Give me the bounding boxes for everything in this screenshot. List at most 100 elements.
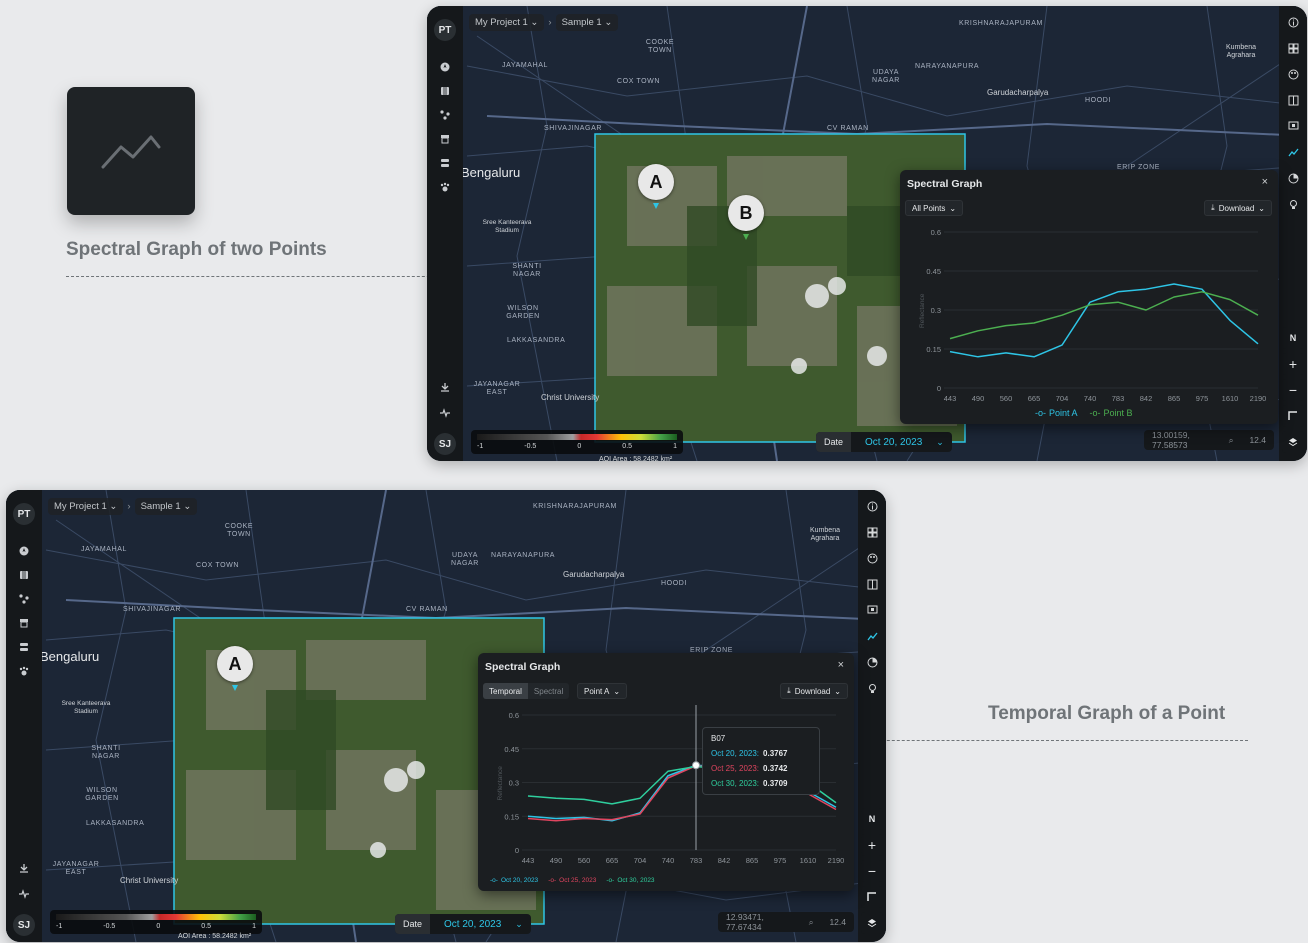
user-avatar[interactable]: SJ [434, 433, 456, 455]
palette-icon[interactable] [1283, 64, 1303, 84]
zoom-in-button[interactable]: + [861, 834, 883, 856]
pin-a-marker[interactable] [232, 685, 238, 691]
presentation-icon[interactable] [862, 600, 882, 620]
label-shivajinagar: SHIVAJINAGAR [544, 125, 603, 132]
download-icon[interactable] [435, 377, 455, 397]
measure-icon[interactable] [1282, 405, 1304, 427]
spectral-chart[interactable]: 0 0.15 0.3 0.45 0.6 443 490 560 665 704 740 783 842 8… [900, 170, 1278, 424]
breadcrumb-sample[interactable]: Sample 1 ⌄ [555, 14, 619, 31]
zoom-level: 12.4 [1249, 435, 1266, 445]
legend-tick: 1 [673, 443, 677, 450]
zoom-in-button[interactable]: + [1282, 353, 1304, 375]
paw-icon[interactable] [14, 661, 34, 681]
project-avatar[interactable]: PT [13, 503, 35, 525]
zoom-level: 12.4 [829, 917, 846, 927]
map-pin-a[interactable]: A [638, 164, 674, 200]
app-window-bottom: Bengaluru JAYAMAHAL COOKE TOWN COX TOWN … [6, 490, 886, 942]
legend-entry[interactable]: -o- Point A [1035, 408, 1078, 418]
activity-icon[interactable] [14, 884, 34, 904]
grid-icon[interactable] [862, 522, 882, 542]
project-avatar[interactable]: PT [434, 19, 456, 41]
label-cooke-town: COOKE TOWN [645, 39, 675, 54]
compare-icon[interactable] [862, 574, 882, 594]
store-icon[interactable] [14, 613, 34, 633]
y-tick-label: 0.45 [504, 745, 519, 754]
y-tick-label: 0.3 [931, 306, 941, 315]
measure-icon[interactable] [861, 886, 883, 908]
y-tick-label: 0 [937, 384, 941, 393]
search-icon[interactable]: ⌕ [1229, 435, 1234, 446]
series-line [949, 291, 1259, 340]
date-value: Oct 20, 2023 [444, 918, 502, 930]
x-tick-label: 842 [718, 856, 731, 865]
x-tick-label: 704 [634, 856, 647, 865]
y-axis-label: Reflectance [919, 293, 926, 328]
workflow-icon[interactable] [14, 589, 34, 609]
legend-label: Oct 25, 2023 [559, 877, 597, 884]
legend-tick: -0.5 [103, 923, 116, 930]
pie-chart-icon[interactable] [1283, 168, 1303, 188]
x-tick-label: 2190 [1250, 394, 1267, 403]
compass-icon[interactable] [14, 541, 34, 561]
label-bengaluru: Bengaluru [461, 165, 521, 180]
database-icon[interactable] [435, 153, 455, 173]
pie-chart-icon[interactable] [862, 652, 882, 672]
breadcrumb-project[interactable]: My Project 1 ⌄ [48, 498, 124, 515]
legend-entry[interactable]: -o- Oct 25, 2023 [548, 877, 596, 884]
palette-icon[interactable] [862, 548, 882, 568]
legend-swatch: -o- [548, 877, 557, 884]
grid-icon[interactable] [1283, 38, 1303, 58]
layers-icon[interactable] [1282, 431, 1304, 453]
y-tick-label: 0.6 [509, 711, 519, 720]
map-pin-a[interactable]: A [217, 646, 253, 682]
legend-swatch: -o- [1035, 408, 1046, 418]
zoom-out-button[interactable]: − [861, 860, 883, 882]
download-icon[interactable] [14, 858, 34, 878]
map-icon[interactable] [14, 565, 34, 585]
ndvi-legend-ticks: -1 -0.5 0 0.5 1 [56, 923, 256, 930]
compass-icon[interactable] [435, 57, 455, 77]
database-icon[interactable] [14, 637, 34, 657]
label-kumbena: Kumbena Agrahara [810, 527, 840, 542]
layers-icon[interactable] [861, 912, 883, 934]
info-icon[interactable] [1283, 12, 1303, 32]
spectral-graph-icon[interactable] [862, 626, 882, 646]
zoom-out-button[interactable]: − [1282, 379, 1304, 401]
date-selector[interactable]: Date Oct 20, 2023 ⌄ [816, 432, 952, 452]
search-icon[interactable]: ⌕ [809, 917, 814, 928]
map-icon[interactable] [435, 81, 455, 101]
lightbulb-icon[interactable] [1283, 194, 1303, 214]
info-icon[interactable] [862, 496, 882, 516]
ndvi-legend-ticks: -1 -0.5 0 0.5 1 [477, 443, 677, 450]
spectral-graph-icon[interactable] [1283, 142, 1303, 162]
pin-a-marker[interactable] [653, 203, 659, 209]
breadcrumb-sample[interactable]: Sample 1 ⌄ [134, 498, 198, 515]
lightbulb-icon[interactable] [862, 678, 882, 698]
compass-north-button[interactable]: N [1282, 327, 1304, 349]
date-selector[interactable]: Date Oct 20, 2023 ⌄ [395, 914, 531, 934]
pin-b-marker[interactable] [743, 234, 749, 240]
store-icon[interactable] [435, 129, 455, 149]
legend-label: Oct 30, 2023 [617, 877, 655, 884]
presentation-icon[interactable] [1283, 116, 1303, 136]
breadcrumb-project[interactable]: My Project 1 ⌄ [469, 14, 545, 31]
chart-tooltip: B07 Oct 20, 2023: 0.3767 Oct 25, 2023: 0… [702, 727, 820, 795]
label-jayanagar-east: JAYANAGAR EAST [52, 861, 100, 876]
label-bengaluru: Bengaluru [40, 649, 100, 664]
legend-entry[interactable]: -o- Oct 30, 2023 [606, 877, 654, 884]
workflow-icon[interactable] [435, 105, 455, 125]
compare-icon[interactable] [1283, 90, 1303, 110]
x-tick-label: 740 [662, 856, 675, 865]
user-avatar[interactable]: SJ [13, 914, 35, 936]
legend-entry[interactable]: -o- Oct 20, 2023 [490, 877, 538, 884]
compass-north-button[interactable]: N [861, 808, 883, 830]
spectral-graph-panel: Spectral Graph × All Points ⌄ ⤓ Download… [900, 170, 1278, 424]
paw-icon[interactable] [435, 177, 455, 197]
legend-entry[interactable]: -o- Point B [1090, 408, 1133, 418]
map-pin-b[interactable]: B [728, 195, 764, 231]
label-cox-town: COX TOWN [196, 562, 240, 569]
x-tick-label: 842 [1140, 394, 1153, 403]
x-tick-label: 783 [690, 856, 703, 865]
label-garudacharpalya: Garudacharpalya [987, 88, 1049, 97]
activity-icon[interactable] [435, 403, 455, 423]
